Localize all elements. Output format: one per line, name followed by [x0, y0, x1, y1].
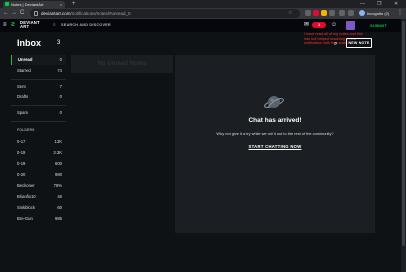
site-header: ≡ ƨ DEVIANT ART ⌕ SEARCH AND DISCOVER ✉ 1…	[0, 19, 406, 32]
profile-avatar[interactable]	[359, 10, 365, 16]
sidebar-item-drafts[interactable]: Drafts 0	[11, 92, 66, 102]
divider	[11, 105, 66, 106]
folder-label: Sinkblock	[17, 205, 35, 210]
browser-window: Notes | DeviantArt × + — ❐ ✕ ← → C devia…	[0, 0, 406, 272]
folder-label: 0-19	[17, 150, 26, 155]
sidebar-item-sent[interactable]: Sent 7	[11, 82, 66, 92]
sidebar-item-label: Sent	[17, 84, 26, 89]
folder-count: 980	[55, 172, 62, 177]
tab-title: Notes | DeviantArt	[11, 2, 44, 7]
deviantart-favicon-icon	[5, 2, 9, 6]
folder-count: 3.3K	[53, 150, 62, 155]
folder-count: 60	[57, 205, 62, 210]
empty-state-label: No Unread Notes	[97, 61, 147, 67]
folder-count: 78%	[53, 183, 62, 188]
address-bar[interactable]: deviantart.com/notifications/notes/#unre…	[30, 9, 300, 18]
folder-count: 13K	[54, 139, 62, 144]
folder-count: 600	[55, 161, 62, 166]
folder-item[interactable]: Sinkblock 60	[11, 203, 66, 213]
folder-label: 0-20	[17, 172, 26, 177]
chat-title: Chat has arrived!	[248, 117, 302, 124]
folder-count: 46	[57, 194, 62, 199]
folder-label: 0-19	[17, 161, 26, 166]
extension-yellow-icon[interactable]	[321, 10, 327, 16]
search-input[interactable]: SEARCH AND DISCOVER	[61, 22, 111, 29]
lock-icon	[34, 11, 38, 16]
folder-label: Beckoner	[17, 183, 35, 188]
folder-count: 985	[55, 216, 62, 221]
back-button[interactable]: ←	[3, 9, 9, 18]
url-text: deviantart.com/notifications/notes/#unre…	[41, 9, 131, 18]
cast-icon[interactable]	[339, 10, 345, 16]
folder-label: Bre-Gun	[17, 216, 33, 221]
reload-button[interactable]: C	[20, 9, 24, 18]
scrollbar-thumb[interactable]	[402, 21, 405, 246]
bookmark-star-icon[interactable]: ☆	[288, 9, 292, 18]
inbox-title: Inbox	[17, 38, 41, 48]
search-notes-icon[interactable]: ⌕	[334, 40, 337, 48]
sidebar-item-label: Drafts	[17, 94, 29, 99]
tab-close-icon[interactable]: ×	[60, 1, 62, 8]
note-list-column	[71, 73, 173, 260]
sidebar-item-count: 0	[59, 110, 62, 115]
submit-button[interactable]: SUBMIT	[370, 22, 387, 29]
folder-item[interactable]: 0-20 980	[11, 170, 66, 180]
browser-menu-icon[interactable]: ⋮	[397, 9, 403, 18]
url-path: /notifications/notes/#unread_0	[70, 11, 131, 16]
tab-bar: Notes | DeviantArt × + — ❐ ✕	[0, 0, 406, 8]
sidebar-item-count: 0	[59, 57, 62, 62]
folder-item[interactable]: 0-19 3.3K	[11, 148, 66, 158]
sidebar-item-label: Unread	[18, 57, 33, 62]
folder-label: Brianfix10	[17, 194, 36, 199]
folders-heading: FOLDERS	[17, 128, 35, 132]
folder-item[interactable]: 0-19 600	[11, 159, 66, 169]
notification-count: 1	[318, 22, 321, 27]
deviantart-logo-icon[interactable]: ƨ	[11, 21, 15, 29]
user-avatar[interactable]	[346, 21, 355, 30]
chat-subtitle: Why not give it a try while we roll it o…	[216, 131, 334, 136]
sidepanel-icon[interactable]	[348, 10, 354, 16]
maximize-button[interactable]: ❐	[377, 0, 381, 8]
forward-button[interactable]: →	[11, 9, 17, 18]
extension-puzzle-icon[interactable]	[329, 10, 335, 16]
close-window-button[interactable]: ✕	[394, 0, 398, 8]
page-footer-area	[0, 260, 406, 272]
profile-label[interactable]: Incognito (2)	[367, 9, 389, 18]
address-row: ← → C deviantart.com/notifications/notes…	[0, 8, 406, 19]
start-chatting-link[interactable]: START CHATTING NOW	[175, 144, 375, 149]
sidebar-item-starred[interactable]: Starred 74	[11, 66, 66, 76]
search-icon[interactable]: ⌕	[53, 22, 56, 29]
divider	[11, 79, 66, 80]
planet-icon	[264, 96, 284, 108]
sidebar-item-count: 74	[57, 68, 62, 73]
url-host: deviantart.com	[41, 11, 71, 16]
deviantart-logo-text[interactable]: DEVIANT ART	[20, 20, 40, 29]
sidebar-item-label: Spam	[17, 110, 28, 115]
extension-red-icon[interactable]	[313, 10, 319, 16]
folder-item[interactable]: Brianfix10 46	[11, 192, 66, 202]
new-tab-button[interactable]: +	[72, 0, 76, 8]
folder-item[interactable]: Beckoner 78%	[11, 181, 66, 191]
sidebar-item-unread[interactable]: Unread 0	[11, 55, 66, 65]
browser-tab[interactable]: Notes | DeviantArt ×	[3, 1, 65, 8]
logo-text-bottom: ART	[20, 24, 30, 29]
folder-label: 0-17	[17, 139, 26, 144]
watch-icon[interactable]: ☺	[331, 21, 337, 30]
inbox-sidebar: Inbox 3 Unread 0 Starred 74 Sent 7 Draft…	[11, 32, 71, 260]
folder-item[interactable]: 0-17 13K	[11, 137, 66, 147]
sidebar-item-count: 0	[59, 94, 62, 99]
minimize-button[interactable]: —	[360, 0, 365, 8]
divider	[11, 121, 66, 122]
new-note-button[interactable]: NEW NOTE	[346, 38, 372, 48]
notes-icon[interactable]: ✉	[304, 21, 309, 30]
folder-item[interactable]: Bre-Gun 985	[11, 214, 66, 224]
sidebar-item-count: 7	[59, 84, 62, 89]
hamburger-menu-icon[interactable]: ≡	[3, 22, 7, 29]
note-list-empty: No Unread Notes	[71, 55, 173, 73]
inbox-count: 3	[57, 40, 61, 46]
sidebar-item-label: Starred	[17, 68, 31, 73]
sidebar-item-spam[interactable]: Spam 0	[11, 108, 66, 118]
zoom-icon[interactable]	[305, 10, 311, 16]
